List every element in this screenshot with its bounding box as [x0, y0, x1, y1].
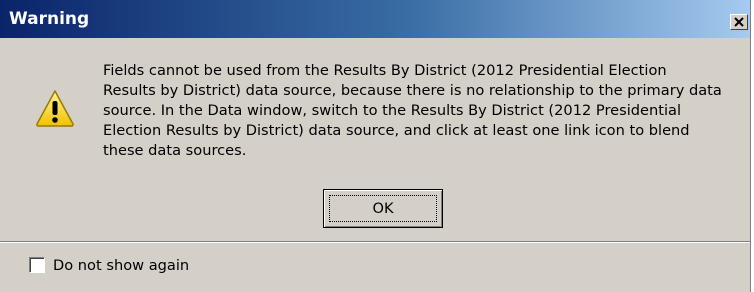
close-icon [734, 17, 744, 27]
dialog-title: Warning [9, 9, 90, 29]
focus-rectangle [329, 195, 437, 222]
title-bar[interactable]: Warning [0, 0, 750, 38]
warning-icon [36, 90, 74, 127]
footer-divider [0, 241, 750, 243]
do-not-show-again-label[interactable]: Do not show again [53, 257, 189, 274]
warning-message: Fields cannot be used from the Results B… [103, 62, 722, 159]
do-not-show-again-checkbox[interactable] [29, 257, 45, 273]
close-button[interactable] [730, 14, 748, 30]
warning-dialog: Warning Fields cannot be used from the R… [0, 0, 751, 292]
ok-button[interactable]: OK [323, 189, 443, 228]
